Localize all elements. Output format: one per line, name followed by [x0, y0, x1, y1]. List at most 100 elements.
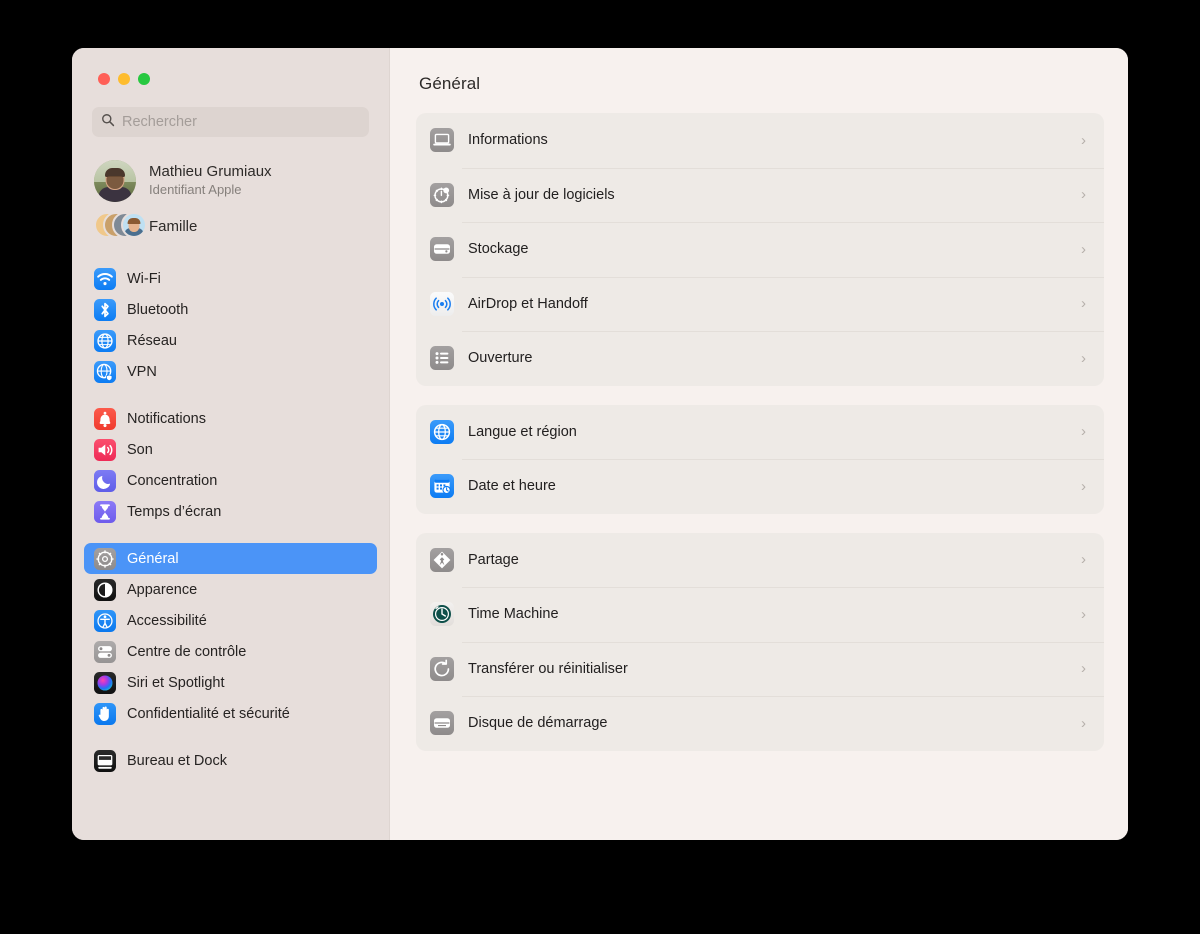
- row-time-machine[interactable]: Time Machine ›: [416, 587, 1104, 642]
- search-input[interactable]: [122, 114, 360, 130]
- system-settings-window: Mathieu Grumiaux Identifiant Apple Famil…: [72, 48, 1128, 840]
- row-transfer-reset[interactable]: Transférer ou réinitialiser ›: [416, 641, 1104, 697]
- chevron-right-icon: ›: [1081, 660, 1086, 678]
- row-login-items[interactable]: Ouverture ›: [416, 331, 1104, 386]
- sidebar-item-appearance[interactable]: Apparence: [84, 574, 377, 605]
- window-traffic-lights: [72, 48, 389, 85]
- language-globe-icon: [430, 419, 454, 444]
- sidebar-item-label: Général: [127, 550, 179, 567]
- page-title: Général: [419, 74, 481, 93]
- accessibility-icon: [94, 609, 116, 632]
- software-update-icon: [430, 182, 454, 207]
- row-label: Transférer ou réinitialiser: [468, 660, 628, 677]
- sharing-icon: [430, 547, 454, 572]
- sidebar-item-vpn[interactable]: VPN: [84, 356, 377, 387]
- row-storage[interactable]: Stockage ›: [416, 222, 1104, 277]
- search-box[interactable]: [92, 107, 369, 137]
- row-software-update[interactable]: Mise à jour de logiciels ›: [416, 167, 1104, 223]
- sidebar-item-screen-time[interactable]: Temps d’écran: [84, 496, 377, 527]
- sidebar-item-control-center[interactable]: Centre de contrôle: [84, 636, 377, 667]
- siri-icon: [94, 671, 116, 694]
- sidebar-item-label: Bluetooth: [127, 301, 189, 318]
- airdrop-icon: [430, 291, 454, 316]
- row-date-time[interactable]: Date et heure ›: [416, 459, 1104, 514]
- settings-card-system: Informations › Mise à jour de logiciels …: [416, 113, 1104, 386]
- transfer-reset-icon: [430, 656, 454, 681]
- settings-card-sharing-backup: Partage › Time Machine › Transférer ou r…: [416, 532, 1104, 751]
- row-airdrop-handoff[interactable]: AirDrop et Handoff ›: [416, 276, 1104, 332]
- chevron-right-icon: ›: [1081, 186, 1086, 204]
- avatar: [94, 160, 136, 202]
- account-text: Mathieu Grumiaux Identifiant Apple: [149, 163, 272, 199]
- hand-icon: [94, 702, 116, 725]
- chevron-right-icon: ›: [1081, 477, 1086, 495]
- chevron-right-icon: ›: [1081, 131, 1086, 149]
- account-block: Mathieu Grumiaux Identifiant Apple Famil…: [72, 137, 389, 245]
- row-label: Disque de démarrage: [468, 715, 608, 732]
- sidebar-group-notifications: Notifications Son Concentration Temps d’…: [72, 387, 389, 527]
- family-row[interactable]: Famille: [72, 207, 389, 245]
- desktop-dock-icon: [94, 749, 116, 772]
- minimize-button[interactable]: [118, 73, 130, 85]
- row-label: Mise à jour de logiciels: [468, 186, 615, 203]
- row-language-region[interactable]: Langue et région ›: [416, 405, 1104, 460]
- row-informations[interactable]: Informations ›: [416, 113, 1104, 168]
- sidebar-item-label: Réseau: [127, 332, 177, 349]
- sidebar-item-label: Temps d’écran: [127, 503, 222, 520]
- maximize-button[interactable]: [138, 73, 150, 85]
- apple-account-row[interactable]: Mathieu Grumiaux Identifiant Apple: [72, 155, 389, 207]
- sidebar-item-accessibility[interactable]: Accessibilité: [84, 605, 377, 636]
- speaker-icon: [94, 438, 116, 461]
- hourglass-icon: [94, 500, 116, 523]
- wifi-icon: [94, 267, 116, 290]
- sidebar-item-sound[interactable]: Son: [84, 434, 377, 465]
- account-name: Mathieu Grumiaux: [149, 163, 272, 181]
- startup-disk-icon: [430, 711, 454, 736]
- sidebar-item-label: Accessibilité: [127, 612, 207, 629]
- row-label: Stockage: [468, 241, 529, 258]
- row-label: Ouverture: [468, 350, 533, 367]
- sidebar-item-label: Centre de contrôle: [127, 643, 247, 660]
- sidebar-item-label: VPN: [127, 363, 157, 380]
- row-label: Partage: [468, 551, 519, 568]
- sidebar-item-label: Apparence: [127, 581, 198, 598]
- sidebar-item-desktop-dock[interactable]: Bureau et Dock: [84, 745, 377, 776]
- settings-card-locale: Langue et région › Date et heure ›: [416, 404, 1104, 514]
- sidebar-item-notifications[interactable]: Notifications: [84, 403, 377, 434]
- family-label: Famille: [149, 217, 198, 235]
- sidebar-item-wifi[interactable]: Wi-Fi: [84, 263, 377, 294]
- sidebar-item-siri-spotlight[interactable]: Siri et Spotlight: [84, 667, 377, 698]
- gear-icon: [94, 547, 116, 570]
- sidebar-item-network[interactable]: Réseau: [84, 325, 377, 356]
- close-button[interactable]: [98, 73, 110, 85]
- storage-icon: [430, 237, 454, 262]
- sidebar-item-label: Siri et Spotlight: [127, 674, 225, 691]
- date-time-icon: [430, 474, 454, 499]
- sidebar-item-label: Notifications: [127, 410, 206, 427]
- account-subtitle: Identifiant Apple: [149, 181, 242, 197]
- sidebar-item-focus[interactable]: Concentration: [84, 465, 377, 496]
- control-center-icon: [94, 640, 116, 663]
- row-startup-disk[interactable]: Disque de démarrage ›: [416, 696, 1104, 751]
- globe-icon: [94, 329, 116, 352]
- sidebar-item-general[interactable]: Général: [84, 543, 377, 574]
- sidebar-item-bluetooth[interactable]: Bluetooth: [84, 294, 377, 325]
- search-icon: [101, 113, 115, 132]
- sidebar-item-privacy-security[interactable]: Confidentialité et sécurité: [84, 698, 377, 729]
- bell-icon: [94, 407, 116, 430]
- chevron-right-icon: ›: [1081, 295, 1086, 313]
- chevron-right-icon: ›: [1081, 551, 1086, 569]
- moon-icon: [94, 469, 116, 492]
- family-avatars: [94, 212, 147, 240]
- row-label: Time Machine: [468, 606, 559, 623]
- sidebar-group-desktop: Bureau et Dock: [72, 729, 389, 776]
- chevron-right-icon: ›: [1081, 240, 1086, 258]
- chevron-right-icon: ›: [1081, 349, 1086, 367]
- bluetooth-icon: [94, 298, 116, 321]
- row-sharing[interactable]: Partage ›: [416, 533, 1104, 588]
- chevron-right-icon: ›: [1081, 423, 1086, 441]
- sidebar-item-label: Wi-Fi: [127, 270, 161, 287]
- sidebar-group-network: Wi-Fi Bluetooth Réseau VPN: [72, 245, 389, 387]
- sidebar-group-general: Général Apparence Accessibilité Centre d…: [72, 527, 389, 729]
- chevron-right-icon: ›: [1081, 605, 1086, 623]
